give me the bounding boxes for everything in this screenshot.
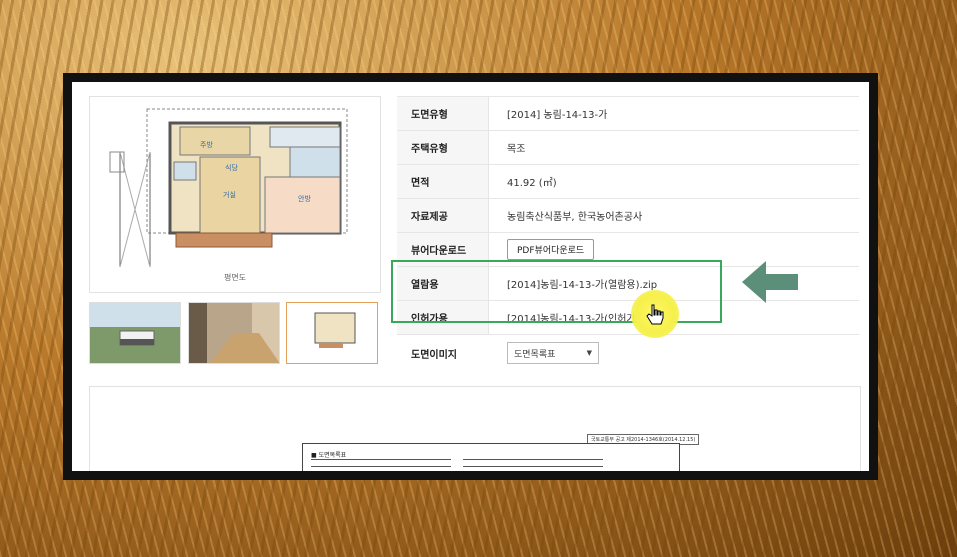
value-house-type: 목조 xyxy=(507,144,526,155)
doc-table-line xyxy=(311,459,451,460)
svg-text:안방: 안방 xyxy=(298,194,311,203)
plan-caption: 평면도 xyxy=(223,273,247,282)
row-drawing-type: 도면유형 [2014] 농림-14-13-가 xyxy=(397,96,859,131)
doc-table-line xyxy=(463,459,603,460)
thumbnail-floorplan[interactable] xyxy=(286,302,378,364)
row-drawing-image: 도면이미지 도면목록표 ▼ xyxy=(397,335,859,371)
svg-text:식당: 식당 xyxy=(225,163,238,172)
pdf-viewer-download-button[interactable]: PDF뷰어다운로드 xyxy=(507,239,595,260)
drawing-image-select[interactable]: 도면목록표 ▼ xyxy=(507,342,599,364)
label-house-type: 주택유형 xyxy=(397,131,489,164)
drawing-image-cell: 도면목록표 ▼ xyxy=(507,335,599,371)
thumbnail-exterior[interactable] xyxy=(89,302,181,364)
value-provider: 농림축산식품부, 한국농어촌공사 xyxy=(507,212,643,223)
document-preview: 국토교통부 공고 제2014-1346호(2014.12.15) ■ 도면목록표 xyxy=(89,386,861,471)
row-house-type: 주택유형 목조 xyxy=(397,131,859,165)
label-drawing-image: 도면이미지 xyxy=(397,335,489,371)
thumbnail-strip xyxy=(89,302,381,368)
value-area: 41.92 (㎡) xyxy=(507,178,557,189)
doc-table-line xyxy=(463,466,603,467)
row-area: 면적 41.92 (㎡) xyxy=(397,165,859,199)
svg-text:거실: 거실 xyxy=(223,190,236,199)
doc-title: ■ 도면목록표 xyxy=(311,452,347,459)
label-provider: 자료제공 xyxy=(397,199,489,232)
arrow-left-icon xyxy=(742,261,798,303)
info-table: 도면유형 [2014] 농림-14-13-가 주택유형 목조 면적 41.92 … xyxy=(397,96,859,371)
doc-sheet: ■ 도면목록표 xyxy=(302,443,680,471)
thumbnail-interior[interactable] xyxy=(188,302,280,364)
floor-plan-drawing: 주방 식당 거실 안방 xyxy=(109,108,348,268)
select-value: 도면목록표 xyxy=(514,349,556,360)
row-provider: 자료제공 농림축산식품부, 한국농어촌공사 xyxy=(397,199,859,233)
value-drawing-type: [2014] 농림-14-13-가 xyxy=(507,110,608,121)
label-area: 면적 xyxy=(397,165,489,198)
svg-text:주방: 주방 xyxy=(200,140,213,149)
floor-plan-preview: 주방 식당 거실 안방 평면도 xyxy=(89,96,381,293)
hand-cursor-icon xyxy=(646,304,664,325)
dropdown-arrow-icon: ▼ xyxy=(586,349,592,357)
doc-table-line xyxy=(311,466,451,467)
label-drawing-type: 도면유형 xyxy=(397,97,489,130)
